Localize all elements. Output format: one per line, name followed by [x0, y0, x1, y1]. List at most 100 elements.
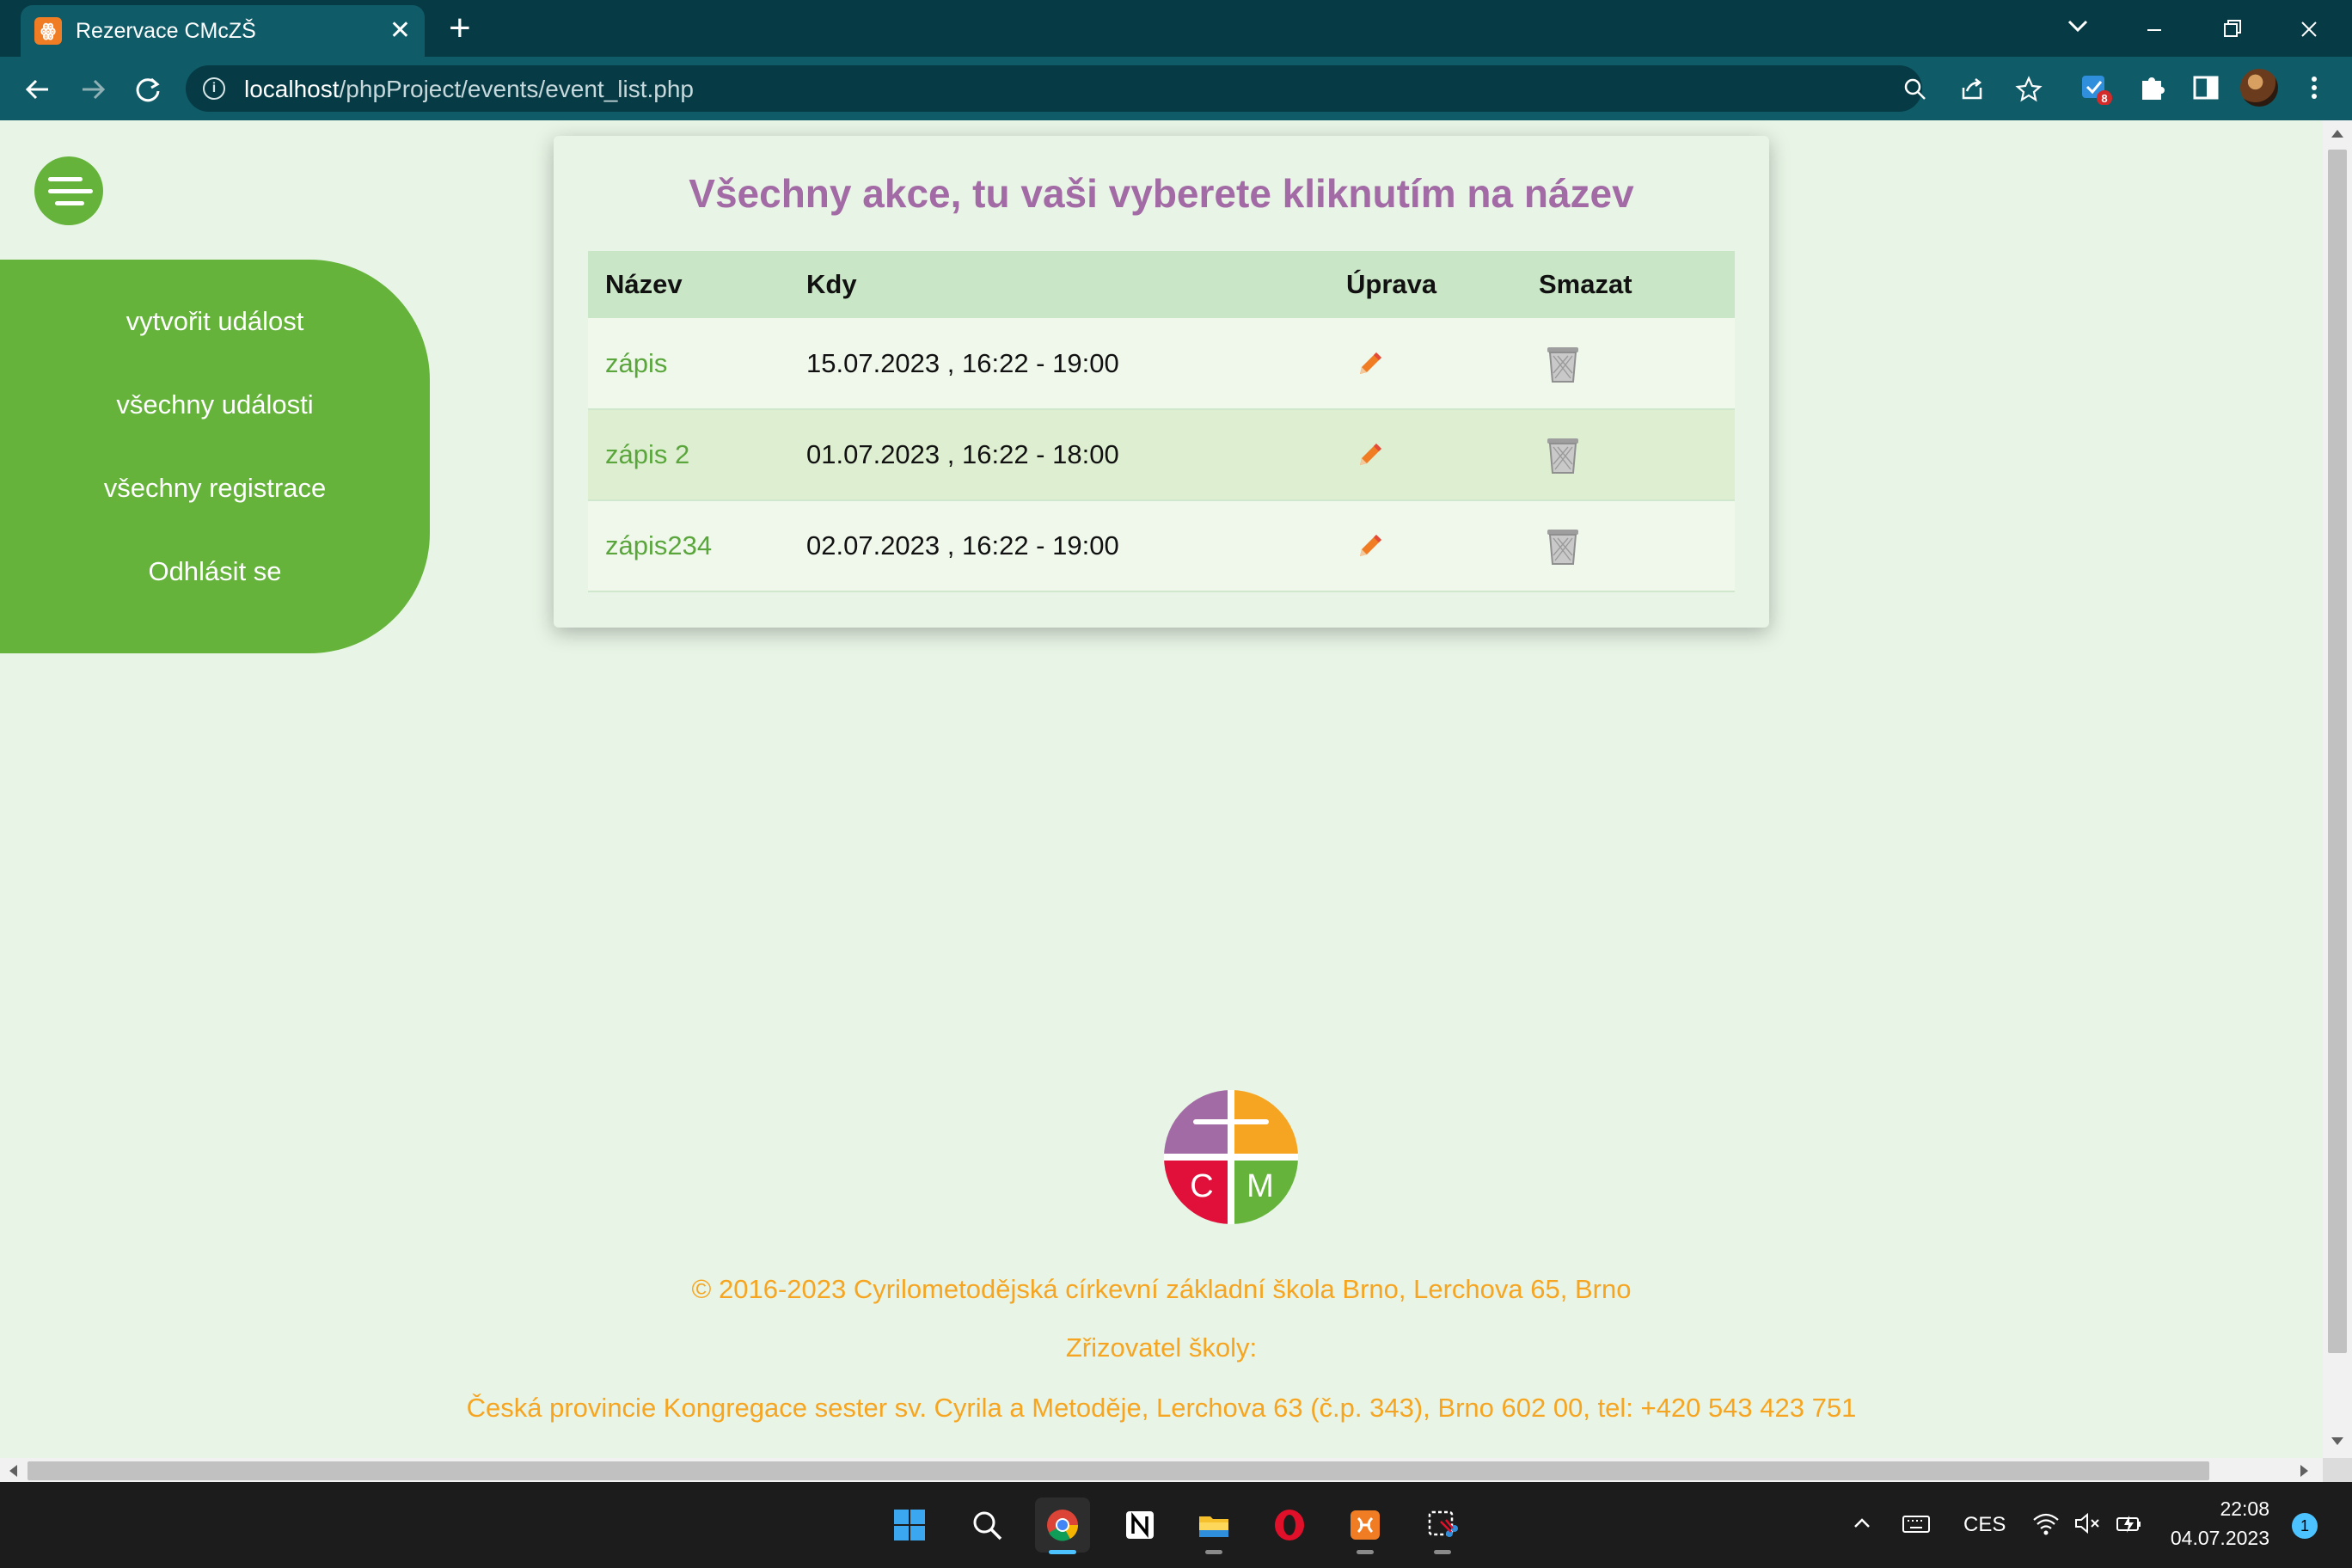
taskbar-app-chrome[interactable]	[1035, 1498, 1090, 1554]
footer-founder: Česká provincie Kongregace sester sv. Cy…	[466, 1393, 1857, 1423]
scroll-left-arrow-icon[interactable]	[7, 1463, 19, 1479]
snipping-tool-icon	[1428, 1510, 1458, 1537]
clock-date[interactable]: 04.07.2023	[2158, 1527, 2269, 1550]
menu-bar-line	[55, 201, 84, 205]
event-when-cell: 01.07.2023 , 16:22 - 18:00	[806, 409, 1346, 501]
footer-copyright: © 2016-2023 Cyrilometodějská církevní zá…	[691, 1274, 1632, 1304]
forward-arrow-icon[interactable]	[74, 70, 112, 108]
event-name-link[interactable]: zápis	[605, 348, 667, 378]
show-hidden-icons-chevron-icon[interactable]	[1847, 1508, 1877, 1539]
keyboard-icon[interactable]	[1900, 1508, 1932, 1540]
scroll-up-arrow-icon[interactable]	[2330, 127, 2345, 139]
sidebar-item-label[interactable]: všechny události	[116, 389, 313, 420]
chrome-icon	[1047, 1510, 1079, 1541]
address-bar[interactable]: i localhost/phpProject/events/event_list…	[186, 65, 2043, 112]
chevron-down-icon[interactable]	[2065, 9, 2091, 43]
event-when-cell: 15.07.2023 , 16:22 - 19:00	[806, 318, 1346, 410]
delete-cell	[1539, 318, 1735, 410]
window-close-button[interactable]	[2283, 7, 2335, 50]
bookmark-star-icon[interactable]	[2015, 76, 2043, 103]
svg-text:8: 8	[2101, 92, 2107, 105]
event-when-cell: 02.07.2023 , 16:22 - 19:00	[806, 500, 1346, 592]
event-name-cell: zápis234	[588, 500, 806, 592]
wifi-icon[interactable]	[2030, 1508, 2061, 1539]
windows-logo-icon	[894, 1510, 925, 1540]
tab-close-icon[interactable]: ✕	[389, 15, 411, 46]
sidebar-item-label[interactable]: všechny registrace	[104, 473, 326, 503]
pencil-icon[interactable]	[1353, 529, 1387, 563]
edit-cell	[1346, 409, 1539, 501]
table-row: zápis234 02.07.2023 , 16:22 - 19:00	[588, 500, 1735, 592]
event-name-link[interactable]: zápis234	[605, 530, 712, 560]
back-arrow-icon[interactable]	[19, 70, 57, 108]
svg-text:C: C	[1190, 1168, 1213, 1204]
more-menu-icon[interactable]	[2297, 70, 2331, 105]
search-icon[interactable]	[1902, 76, 1929, 103]
todo-extension-icon[interactable]: 8	[2079, 70, 2113, 106]
notification-badge[interactable]: 1	[2292, 1513, 2318, 1539]
column-header-edit: Úprava	[1346, 251, 1539, 318]
taskbar-app-file-explorer[interactable]	[1186, 1498, 1241, 1554]
sidebar-item-label[interactable]: vytvořit událost	[126, 306, 304, 336]
browser-tab[interactable]: ꙮ Rezervace CMcZŠ ✕	[21, 5, 425, 57]
horizontal-scroll-thumb[interactable]	[28, 1461, 2209, 1480]
puzzle-icon[interactable]	[2135, 70, 2170, 105]
pencil-icon[interactable]	[1353, 346, 1387, 381]
taskbar-app-notion[interactable]	[1112, 1498, 1167, 1553]
footer-founder-label: Zřizovatel školy:	[1065, 1332, 1258, 1363]
menu-bar-line	[48, 189, 93, 193]
search-icon	[973, 1511, 1002, 1540]
column-header-delete: Smazat	[1539, 251, 1735, 318]
minimize-button[interactable]	[2128, 7, 2180, 50]
scroll-corner	[2323, 1458, 2352, 1482]
input-language[interactable]: CES	[1963, 1513, 2006, 1537]
taskbar-app-xampp[interactable]	[1338, 1498, 1393, 1554]
site-info-icon[interactable]: i	[203, 77, 225, 100]
browser-tab-strip: ꙮ Rezervace CMcZŠ ✕ +	[0, 0, 2352, 57]
url-text[interactable]: localhost/phpProject/events/event_list.p…	[244, 76, 694, 103]
event-name-link[interactable]: zápis 2	[605, 439, 689, 469]
taskbar-app-opera[interactable]	[1262, 1498, 1317, 1553]
scroll-down-arrow-icon[interactable]	[2330, 1436, 2345, 1448]
event-name-cell: zápis	[588, 318, 806, 410]
page-viewport: vytvořit událost všechny události všechn…	[0, 120, 2323, 1458]
new-tab-button[interactable]: +	[449, 9, 471, 48]
sidebar-item-logout[interactable]: Odhlásit se	[0, 556, 430, 640]
browser-toolbar: i localhost/phpProject/events/event_list…	[0, 57, 2352, 120]
volume-muted-icon[interactable]	[2072, 1508, 2103, 1539]
taskbar-app-snipping-tool[interactable]	[1415, 1498, 1470, 1554]
start-button[interactable]	[882, 1498, 937, 1553]
edit-cell	[1346, 500, 1539, 592]
battery-charging-icon[interactable]	[2113, 1508, 2146, 1540]
reload-icon[interactable]	[129, 70, 167, 108]
trash-icon[interactable]	[1544, 342, 1582, 385]
windows-taskbar: CES 22:08 04.07.2023 1	[0, 1482, 2352, 1568]
trash-icon[interactable]	[1544, 524, 1582, 567]
restore-button[interactable]	[2206, 7, 2257, 50]
delete-cell	[1539, 409, 1735, 501]
column-header-name: Název	[588, 251, 806, 318]
share-icon[interactable]	[1958, 76, 1986, 103]
opera-icon	[1275, 1510, 1304, 1540]
delete-cell	[1539, 500, 1735, 592]
sidebar-menu: vytvořit událost všechny události všechn…	[0, 260, 430, 653]
sidebar-item-label[interactable]: Odhlásit se	[148, 556, 281, 586]
taskbar-search-button[interactable]	[959, 1498, 1014, 1553]
scroll-right-arrow-icon[interactable]	[2299, 1463, 2311, 1479]
clock-time[interactable]: 22:08	[2166, 1498, 2269, 1521]
sidebar-item-all-events[interactable]: všechny události	[0, 389, 430, 473]
side-panel-icon[interactable]	[2189, 70, 2223, 105]
sidebar-item-create-event[interactable]: vytvořit událost	[0, 306, 430, 389]
vertical-scrollbar[interactable]	[2323, 120, 2352, 1458]
table-header-row: Název Kdy Úprava Smazat	[588, 251, 1735, 318]
menu-toggle-button[interactable]	[34, 156, 103, 225]
folder-icon	[1199, 1516, 1228, 1537]
sidebar-item-all-registrations[interactable]: všechny registrace	[0, 473, 430, 556]
horizontal-scrollbar[interactable]	[0, 1458, 2323, 1482]
trash-icon[interactable]	[1544, 433, 1582, 476]
events-card: Všechny akce, tu vaši vyberete kliknutím…	[554, 136, 1769, 628]
svg-text:M: M	[1246, 1168, 1274, 1204]
vertical-scroll-thumb[interactable]	[2328, 150, 2347, 1353]
pencil-icon[interactable]	[1353, 438, 1387, 472]
profile-avatar[interactable]	[2240, 69, 2278, 107]
